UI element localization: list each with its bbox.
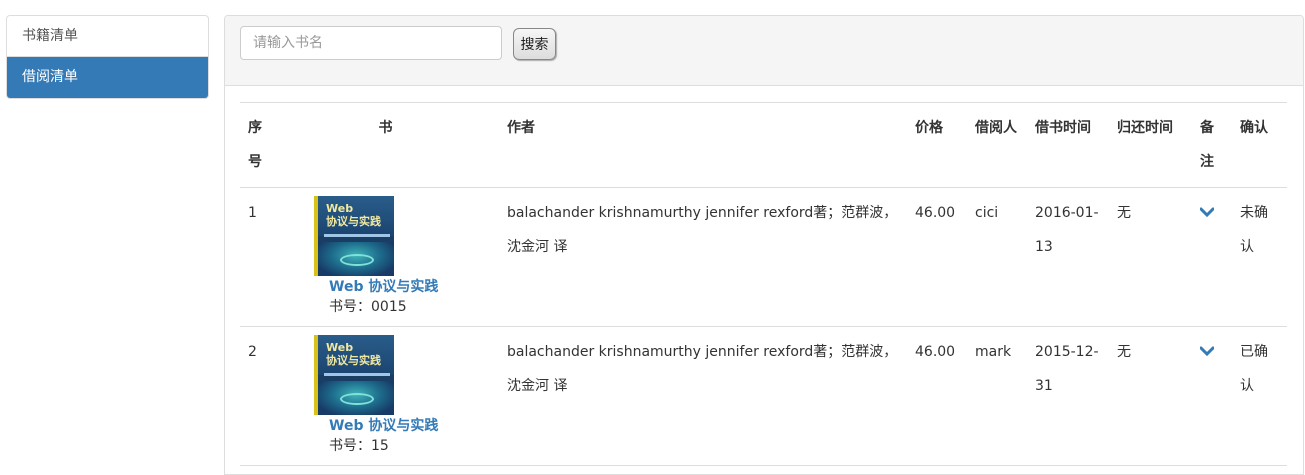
main-panel: 搜索 序号 书 作者 价格 借阅人 借书时间 归还时间 备注 确认 1 [224, 15, 1304, 475]
book-title-link[interactable]: Web 协议与实践 [329, 416, 491, 436]
author-cell: balachander krishnamurthy jennifer rexfo… [499, 187, 907, 327]
book-cover-image[interactable]: Web 协议与实践 [314, 196, 394, 276]
table-header-row: 序号 书 作者 价格 借阅人 借书时间 归还时间 备注 确认 [240, 102, 1287, 188]
header-borrow-time: 借书时间 [1027, 102, 1109, 188]
header-confirm: 确认 [1232, 102, 1287, 188]
confirm-cell: 已确认 [1232, 326, 1287, 466]
table-row: 2 Web 协议与实践 Web 协议与实践 书号：15 balachander k… [240, 326, 1287, 466]
header-book: 书 [272, 102, 499, 188]
return-time-cell: 无 [1109, 187, 1192, 327]
borrow-time-cell: 2015-12-31 [1027, 326, 1109, 466]
header-author: 作者 [499, 102, 907, 188]
price-cell: 46.00 [907, 187, 967, 327]
header-return-time: 归还时间 [1109, 102, 1192, 188]
row-index: 2 [240, 326, 272, 466]
book-code: 书号：0015 [329, 299, 407, 315]
book-cell: Web 协议与实践 Web 协议与实践 书号：0015 [272, 187, 499, 327]
header-price: 价格 [907, 102, 967, 188]
return-time-cell: 无 [1109, 326, 1192, 466]
table-row: 1 Web 协议与实践 Web 协议与实践 书号：0015 balachander… [240, 187, 1287, 327]
search-button[interactable]: 搜索 [513, 28, 556, 60]
confirm-cell: 未确认 [1232, 187, 1287, 327]
search-input[interactable] [240, 26, 502, 60]
borrower-cell: cici [967, 187, 1027, 327]
chevron-down-icon[interactable] [1199, 196, 1215, 230]
header-note: 备注 [1192, 102, 1232, 188]
borrower-cell: mark [967, 326, 1027, 466]
borrow-time-cell: 2016-01-13 [1027, 187, 1109, 327]
note-cell [1192, 187, 1232, 327]
search-bar: 搜索 [225, 16, 1303, 86]
book-cell: Web 协议与实践 Web 协议与实践 书号：15 [272, 326, 499, 466]
price-cell: 46.00 [907, 326, 967, 466]
sidebar: 书籍清单 借阅清单 [6, 15, 209, 99]
row-index: 1 [240, 187, 272, 327]
header-index: 序号 [240, 102, 272, 188]
borrow-table: 序号 书 作者 价格 借阅人 借书时间 归还时间 备注 确认 1 Web 协议与实… [240, 102, 1287, 466]
book-cover-image[interactable]: Web 协议与实践 [314, 335, 394, 415]
author-cell: balachander krishnamurthy jennifer rexfo… [499, 326, 907, 466]
note-cell [1192, 326, 1232, 466]
book-code: 书号：15 [329, 438, 389, 454]
book-title-link[interactable]: Web 协议与实践 [329, 277, 491, 297]
sidebar-item-book-list[interactable]: 书籍清单 [7, 16, 208, 57]
chevron-down-icon[interactable] [1199, 335, 1215, 369]
header-borrower: 借阅人 [967, 102, 1027, 188]
sidebar-item-borrow-list[interactable]: 借阅清单 [7, 57, 208, 98]
